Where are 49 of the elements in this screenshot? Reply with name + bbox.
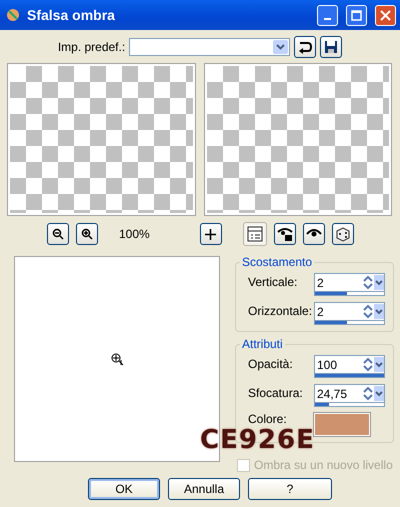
view-button[interactable] <box>302 223 325 245</box>
view-button[interactable] <box>242 222 267 246</box>
spinner-arrows-icon[interactable] <box>362 357 384 372</box>
maximize-button[interactable] <box>346 4 367 26</box>
minimize-icon <box>324 18 331 20</box>
return-arrow-icon <box>298 40 312 54</box>
view-button[interactable] <box>274 223 296 245</box>
zoom-in-icon <box>81 228 93 240</box>
move-cursor-icon <box>110 352 124 366</box>
color-swatch[interactable] <box>314 413 370 436</box>
spinner-arrows-icon[interactable] <box>362 304 384 319</box>
chevron-down-icon <box>276 44 286 50</box>
close-icon <box>380 10 391 20</box>
field-label: Verticale: <box>248 274 298 289</box>
dialog-button[interactable]: Annulla <box>168 478 240 500</box>
field-label: Orizzontale: <box>248 303 314 318</box>
minimize-button[interactable] <box>317 4 338 26</box>
dice-icon <box>334 226 351 242</box>
zoom-out-button[interactable] <box>47 223 69 245</box>
spinner-arrows-icon[interactable] <box>362 386 384 401</box>
field-label: Opacità: <box>248 356 294 371</box>
maximize-icon <box>351 10 362 20</box>
app-icon <box>5 7 21 23</box>
close-button[interactable] <box>375 4 396 26</box>
number-field[interactable]: 2 <box>314 273 385 292</box>
number-field[interactable]: 24,75 <box>314 384 385 403</box>
number-field[interactable]: 100 <box>314 355 385 374</box>
zoom-in-button[interactable] <box>76 223 98 245</box>
save-button[interactable] <box>320 36 342 58</box>
zoom-level: 100% <box>119 227 150 241</box>
checkbox-label: Ombra su un nuovo livello <box>254 458 393 472</box>
pan-button[interactable] <box>200 223 222 245</box>
dialog-button[interactable]: ? <box>248 478 332 500</box>
group-title: Attributi <box>240 337 285 351</box>
crosshair-icon <box>205 228 216 240</box>
zoom-out-icon <box>52 228 64 240</box>
field-label: Colore: <box>248 413 288 425</box>
view-button[interactable] <box>332 223 354 245</box>
window-title: Sfalsa ombra <box>27 7 116 23</box>
properties-icon <box>246 226 263 242</box>
reset-button[interactable] <box>294 36 316 58</box>
group-title: Scostamento <box>240 255 314 269</box>
field-label: Sfocatura: <box>248 385 304 400</box>
spinner-arrows-icon[interactable] <box>362 275 384 290</box>
color-code-annotation: CE926E <box>200 427 315 453</box>
preset-label: Imp. predef.: <box>58 40 126 54</box>
dialog-button[interactable]: OK <box>88 478 160 500</box>
number-field[interactable]: 2 <box>314 302 385 321</box>
eye-lock-icon <box>276 226 293 242</box>
